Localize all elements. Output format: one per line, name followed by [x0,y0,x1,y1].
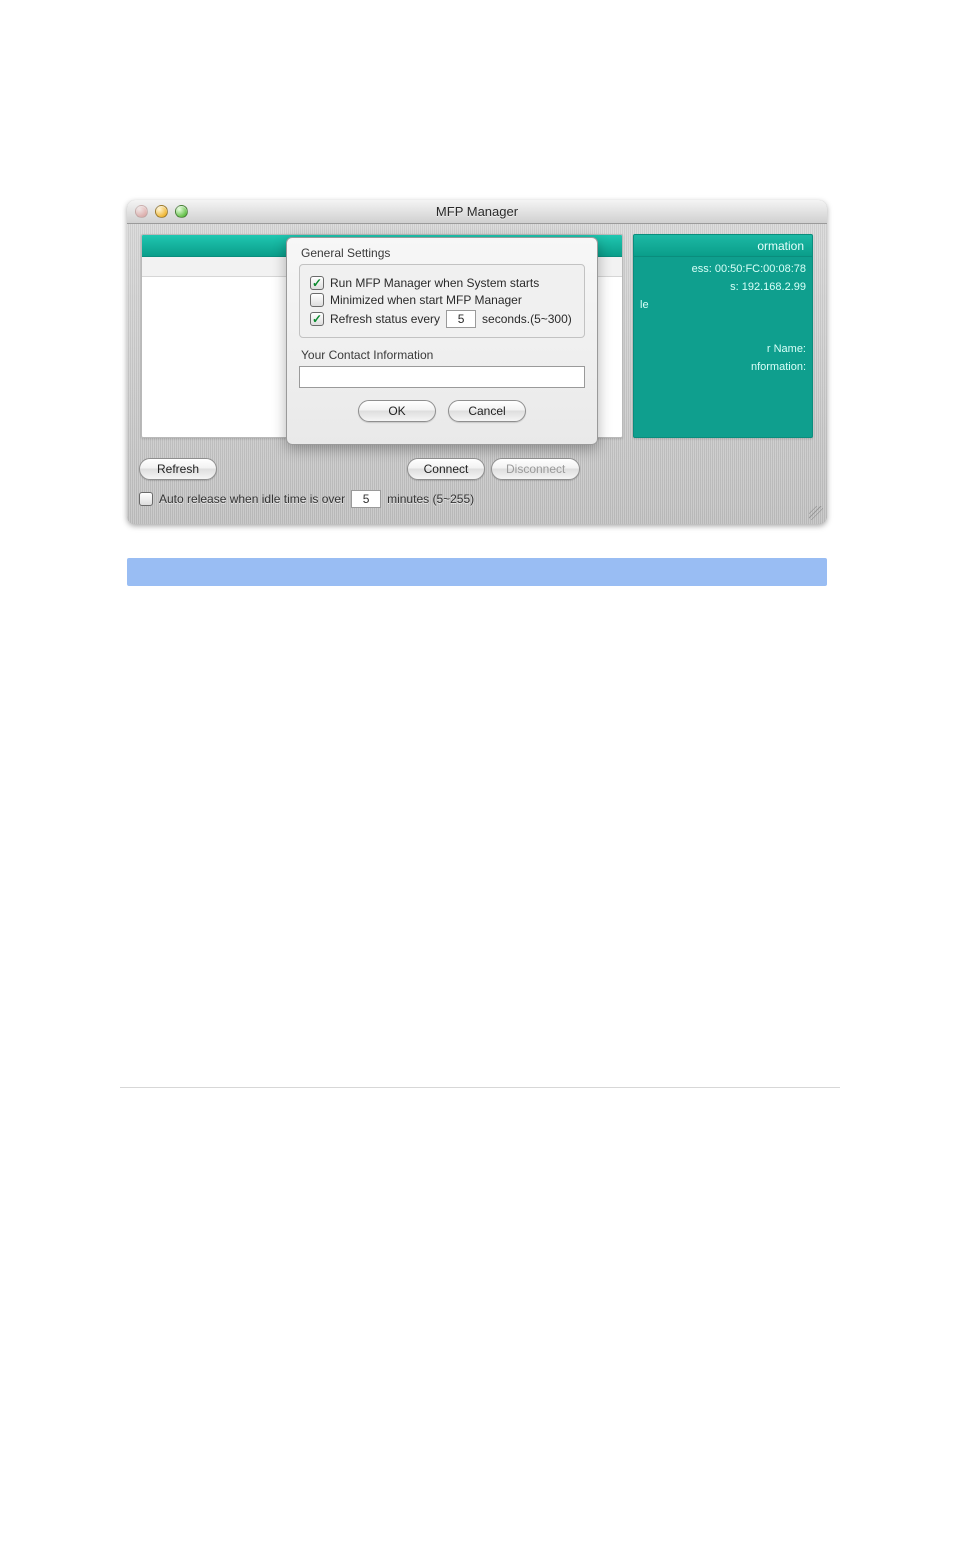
auto-release-suffix: minutes (5~255) [387,492,474,506]
general-settings-title: General Settings [301,246,585,260]
resize-grip-icon[interactable] [809,506,823,520]
info-name-label: r Name: [634,337,812,355]
close-icon[interactable] [135,205,148,218]
info-pane-header: ormation [634,235,812,257]
options-dialog: General Settings Run MFP Manager when Sy… [286,237,598,445]
auto-release-prefix: Auto release when idle time is over [159,492,345,506]
section-divider-bar [127,558,827,586]
minimized-start-label: Minimized when start MFP Manager [330,293,522,307]
mfp-manager-window: MFP Manager MFP Server Name MFCAD5DB orm… [127,200,827,524]
contact-info-title: Your Contact Information [301,348,585,362]
info-mac-address: ess: 00:50:FC:00:08:78 [634,257,812,275]
info-ip-address: s: 192.168.2.99 [634,275,812,293]
disconnect-button[interactable]: Disconnect [491,458,580,480]
general-settings-group: Run MFP Manager when System starts Minim… [299,264,585,338]
run-on-start-checkbox[interactable] [310,276,324,290]
refresh-button[interactable]: Refresh [139,458,217,480]
info-pane: ormation ess: 00:50:FC:00:08:78 s: 192.1… [633,234,813,438]
auto-release-checkbox[interactable] [139,492,153,506]
ok-button[interactable]: OK [358,400,436,422]
run-on-start-label: Run MFP Manager when System starts [330,276,539,290]
connect-button[interactable]: Connect [407,458,485,480]
bottom-bar: Refresh Connect Disconnect Auto release … [135,452,819,516]
zoom-icon[interactable] [175,205,188,218]
info-information-label: nformation: [634,355,812,373]
contact-info-input[interactable] [299,366,585,388]
refresh-status-prefix: Refresh status every [330,312,440,326]
window-body: MFP Server Name MFCAD5DB ormation ess: 0… [127,224,827,524]
info-line-3: le [634,293,812,311]
info-header-text: ormation [757,239,804,253]
refresh-status-checkbox[interactable] [310,312,324,326]
refresh-seconds-input[interactable]: 5 [446,310,476,328]
cancel-button[interactable]: Cancel [448,400,526,422]
minimize-icon[interactable] [155,205,168,218]
titlebar: MFP Manager [127,200,827,224]
minimized-start-checkbox[interactable] [310,293,324,307]
page-footer-divider [120,1087,840,1088]
auto-release-minutes-input[interactable]: 5 [351,490,381,508]
refresh-status-suffix: seconds.(5~300) [482,312,572,326]
window-title: MFP Manager [127,204,827,219]
